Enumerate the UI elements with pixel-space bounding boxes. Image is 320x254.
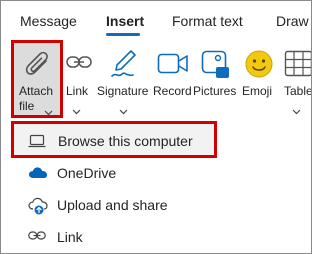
menu-item-browse-this-computer[interactable]: Browse this computer [11,121,217,158]
signature-pen-icon [109,48,139,85]
tab-message[interactable]: Message [20,13,77,29]
ribbon-tabs: Message Insert Format text Draw [0,0,312,40]
menu-item-label: Upload and share [57,197,168,213]
link-icon [28,229,46,245]
tab-format-text[interactable]: Format text [172,13,243,29]
table-label: Table [284,84,312,98]
menu-item-label: OneDrive [57,165,117,181]
menu-item-onedrive[interactable]: OneDrive [8,157,312,189]
attach-file-menu: Browse this computer OneDrive Upload and… [8,118,312,254]
signature-button[interactable]: Signature [95,40,153,118]
menu-item-label: Browse this computer [58,133,193,149]
emoji-label: Emoji [242,84,273,98]
onedrive-cloud-icon [28,165,47,181]
link-label: Link [66,84,89,98]
signature-label: Signature [97,84,149,98]
record-button[interactable]: Record [153,40,193,118]
menu-item-label: Link [57,229,83,245]
menu-item-upload-and-share[interactable]: Upload and share [8,189,312,221]
active-tab-indicator [106,33,140,36]
table-button[interactable]: Table [282,40,312,118]
tab-draw[interactable]: Draw [276,13,309,29]
emoji-button[interactable]: Emoji [240,40,276,118]
tab-insert[interactable]: Insert [106,13,144,29]
pictures-icon [201,50,231,85]
cloud-upload-icon [28,197,48,215]
laptop-icon [28,134,46,150]
record-label: Record [153,84,192,98]
attach-file-label: file [19,99,35,113]
chevron-down-icon [292,102,301,118]
attach-label: Attach [19,84,54,98]
smiley-icon [244,49,274,84]
paperclip-icon [25,51,51,88]
ribbon-toolbar: Attach file Link Signature Record Pictur… [0,40,312,118]
pictures-button[interactable]: Pictures [193,40,239,118]
link-button[interactable]: Link [64,40,94,118]
pictures-label: Pictures [193,84,237,98]
video-camera-icon [157,52,189,81]
link-icon [66,54,92,75]
table-grid-icon [284,50,312,83]
attach-file-button[interactable]: Attach file [11,40,63,118]
menu-item-link[interactable]: Link [8,221,312,253]
